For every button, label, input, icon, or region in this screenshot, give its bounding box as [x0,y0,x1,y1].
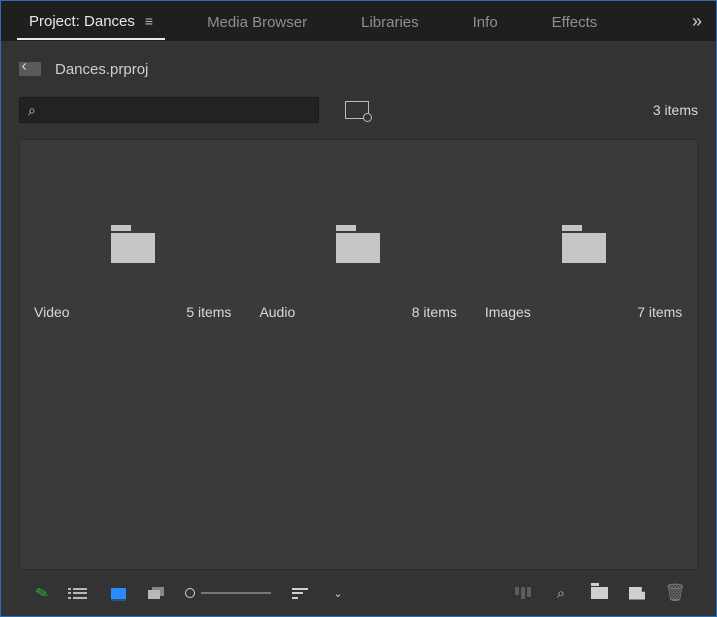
item-count-label: 3 items [653,102,698,118]
search-row: ⌕ 3 items [19,93,698,127]
bin-name: Images [485,304,531,320]
find-button[interactable]: ⌕ [552,585,570,602]
project-toolbar: ✎ ⌄ ⌕ 🗑 [19,570,698,616]
tab-info[interactable]: Info [461,4,510,39]
tab-libraries[interactable]: Libraries [349,4,431,39]
bin-label-row: Video 5 items [34,304,231,320]
tab-project[interactable]: Project: Dances ≡ [17,3,165,40]
tab-project-label: Project: Dances [29,13,135,30]
write-enabled-icon[interactable]: ✎ [31,582,53,604]
icon-view-button[interactable] [109,588,127,599]
bin-item[interactable]: Video 5 items [20,140,245,320]
nav-up-icon[interactable] [19,62,41,76]
bin-name: Video [34,304,70,320]
thumbnail-size-slider[interactable] [185,588,271,598]
slider-track [201,592,271,594]
tab-media-browser[interactable]: Media Browser [195,4,319,39]
project-panel: Dances.prproj ⌕ 3 items Video 5 items Au… [1,41,716,616]
bin-label-row: Audio 8 items [259,304,456,320]
freeform-view-button[interactable] [147,587,165,599]
list-view-button[interactable] [71,588,89,599]
panel-tab-bar: Project: Dances ≡ Media Browser Librarie… [1,1,716,41]
bin-name: Audio [259,304,295,320]
folder-icon [336,233,380,263]
delete-button[interactable]: 🗑 [666,583,684,603]
project-filename: Dances.prproj [55,61,148,78]
search-input[interactable]: ⌕ [19,97,319,123]
folder-icon [562,233,606,263]
tabs-overflow-icon[interactable]: » [686,5,708,38]
sort-button[interactable] [291,588,309,599]
bin-count: 5 items [186,304,231,320]
slider-knob-icon [185,588,195,598]
bin-count: 7 items [637,304,682,320]
panel-menu-icon[interactable]: ≡ [145,13,153,29]
project-path-row: Dances.prproj [19,51,698,87]
tab-effects[interactable]: Effects [540,4,610,39]
bin-label-row: Images 7 items [485,304,682,320]
sort-menu-chevron-icon[interactable]: ⌄ [329,587,347,600]
new-bin-button[interactable] [590,587,608,599]
bin-grid: Video 5 items Audio 8 items Images 7 ite… [19,139,698,570]
bin-item[interactable]: Audio 8 items [245,140,470,320]
folder-icon [111,233,155,263]
search-icon: ⌕ [28,102,36,119]
filter-bin-icon[interactable] [345,101,369,119]
bin-item[interactable]: Images 7 items [471,140,696,320]
automate-to-sequence-icon[interactable] [514,587,532,599]
new-item-button[interactable] [628,587,646,600]
bin-count: 8 items [412,304,457,320]
